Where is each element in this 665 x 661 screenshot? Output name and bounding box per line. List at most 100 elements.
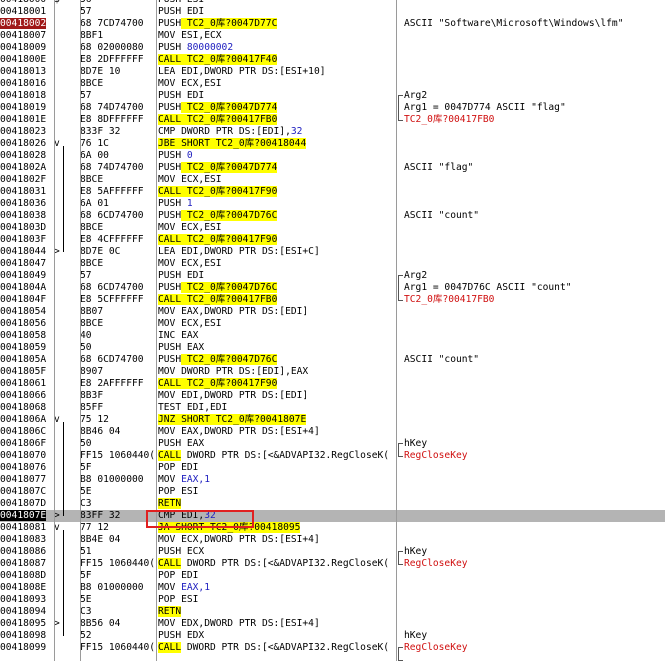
hex-dump-cell[interactable]: 50 bbox=[80, 438, 155, 450]
comment-cell[interactable] bbox=[404, 462, 665, 474]
comment-cell[interactable] bbox=[404, 402, 665, 414]
disasm-row[interactable]: 00418098 52 PUSH EDX hKey bbox=[0, 630, 665, 642]
hex-dump-cell[interactable]: 8907 bbox=[80, 366, 155, 378]
hex-dump-cell[interactable]: C3 bbox=[80, 498, 155, 510]
comment-cell[interactable] bbox=[404, 378, 665, 390]
disasm-row[interactable]: 00418038 68 6CD74700 PUSH TC2_0库?0047D76C A… bbox=[0, 210, 665, 222]
comment-cell[interactable] bbox=[404, 222, 665, 234]
instruction-cell[interactable]: CALL TC2_0库?00417FB0 bbox=[158, 114, 396, 126]
address-cell[interactable]: 0041807C bbox=[0, 486, 54, 498]
comment-cell[interactable] bbox=[404, 474, 665, 486]
instruction-cell[interactable]: PUSH EDI bbox=[158, 90, 396, 102]
comment-cell[interactable] bbox=[404, 126, 665, 138]
hex-dump-cell[interactable]: 8BCE bbox=[80, 78, 155, 90]
instruction-cell[interactable]: MOV EAX,1 bbox=[158, 474, 396, 486]
instruction-cell[interactable]: PUSH 0 bbox=[158, 150, 396, 162]
comment-cell[interactable] bbox=[404, 78, 665, 90]
address-cell[interactable]: 00418018 bbox=[0, 90, 54, 102]
instruction-cell[interactable]: MOV EAX,DWORD PTR DS:[EDI] bbox=[158, 306, 396, 318]
disasm-row[interactable]: 0041804A 68 6CD74700 PUSH TC2_0库?0047D76C A… bbox=[0, 282, 665, 294]
instruction-cell[interactable]: CALL TC2_0库?00417FB0 bbox=[158, 294, 396, 306]
comment-cell[interactable] bbox=[404, 306, 665, 318]
hex-dump-cell[interactable]: 5E bbox=[80, 486, 155, 498]
instruction-cell[interactable]: MOV ECX,ESI bbox=[158, 318, 396, 330]
address-cell[interactable]: 00418044 bbox=[0, 246, 54, 258]
disasm-row[interactable]: 00418059 50 PUSH EAX bbox=[0, 342, 665, 354]
hex-dump-cell[interactable]: E8 2AFFFFFF bbox=[80, 378, 155, 390]
hex-dump-cell[interactable]: 50 bbox=[80, 342, 155, 354]
address-cell[interactable]: 0041806A bbox=[0, 414, 54, 426]
disasm-row[interactable]: 0041805A 68 6CD74700 PUSH TC2_0库?0047D76C A… bbox=[0, 354, 665, 366]
hex-dump-cell[interactable]: E8 8DFFFFFF bbox=[80, 114, 155, 126]
hex-dump-cell[interactable]: 5F bbox=[80, 570, 155, 582]
address-cell[interactable]: 00418058 bbox=[0, 330, 54, 342]
address-cell[interactable]: 0041804F bbox=[0, 294, 54, 306]
hex-dump-cell[interactable]: E8 2DFFFFFF bbox=[80, 54, 155, 66]
comment-cell[interactable] bbox=[404, 30, 665, 42]
disasm-row[interactable]: 00418094 C3 RETN bbox=[0, 606, 665, 618]
instruction-cell[interactable]: CALL TC2_0库?00417F90 bbox=[158, 378, 396, 390]
instruction-cell[interactable]: RETN bbox=[158, 606, 396, 618]
address-cell[interactable]: 00418093 bbox=[0, 594, 54, 606]
hex-dump-cell[interactable]: 8B4E 04 bbox=[80, 534, 155, 546]
hex-dump-cell[interactable]: 57 bbox=[80, 270, 155, 282]
hex-dump-cell[interactable]: 57 bbox=[80, 6, 155, 18]
comment-cell[interactable] bbox=[404, 606, 665, 618]
address-cell[interactable]: 0041804A bbox=[0, 282, 54, 294]
comment-cell[interactable] bbox=[404, 198, 665, 210]
address-cell[interactable]: 0041808E bbox=[0, 582, 54, 594]
comment-cell[interactable]: hKey bbox=[404, 438, 665, 450]
address-cell[interactable]: 00418077 bbox=[0, 474, 54, 486]
instruction-cell[interactable]: MOV ECX,DWORD PTR DS:[ESI+4] bbox=[158, 534, 396, 546]
disasm-row[interactable]: 00418058 40 INC EAX bbox=[0, 330, 665, 342]
disasm-row[interactable]: 0041804F E8 5CFFFFFF CALL TC2_0库?00417FB0 T… bbox=[0, 294, 665, 306]
address-cell[interactable]: 0041805F bbox=[0, 366, 54, 378]
hex-dump-cell[interactable]: 8BCE bbox=[80, 222, 155, 234]
comment-cell[interactable] bbox=[404, 186, 665, 198]
address-cell[interactable]: 0041800E bbox=[0, 54, 54, 66]
address-cell[interactable]: 00418061 bbox=[0, 378, 54, 390]
address-cell[interactable]: 0041802A bbox=[0, 162, 54, 174]
comment-cell[interactable]: Arg2 bbox=[404, 270, 665, 282]
disasm-row[interactable]: 0041802F 8BCE MOV ECX,ESI bbox=[0, 174, 665, 186]
disasm-row[interactable]: 00418002 68 7CD74700 PUSH TC2_0库?0047D77C A… bbox=[0, 18, 665, 30]
disasm-row[interactable]: 00418007 8BF1 MOV ESI,ECX bbox=[0, 30, 665, 42]
disasm-row[interactable]: 0041806A v 75 12 JNZ SHORT TC2_0库?0041807E bbox=[0, 414, 665, 426]
address-cell[interactable]: 00418038 bbox=[0, 210, 54, 222]
disasm-row[interactable]: 00418099 FF15 1060440(CALL DWORD PTR DS:[… bbox=[0, 642, 665, 654]
address-cell[interactable]: 00418066 bbox=[0, 390, 54, 402]
address-cell[interactable]: 00418068 bbox=[0, 402, 54, 414]
instruction-cell[interactable]: MOV ECX,ESI bbox=[158, 78, 396, 90]
disasm-row[interactable]: 0041806C 8B46 04 MOV EAX,DWORD PTR DS:[ESI… bbox=[0, 426, 665, 438]
address-cell[interactable]: 0041803F bbox=[0, 234, 54, 246]
address-cell[interactable]: 00418036 bbox=[0, 198, 54, 210]
address-cell[interactable]: 00418094 bbox=[0, 606, 54, 618]
disassembly-pane[interactable]: 00418000$56PUSH ESI0041800157PUSH EDI004… bbox=[0, 0, 665, 661]
comment-cell[interactable] bbox=[404, 594, 665, 606]
disasm-row[interactable]: 00418095 >8B56 04 MOV EDX,DWORD PTR DS:[ES… bbox=[0, 618, 665, 630]
address-cell[interactable]: 00418047 bbox=[0, 258, 54, 270]
address-cell[interactable]: 00418026 bbox=[0, 138, 54, 150]
comment-cell[interactable] bbox=[404, 138, 665, 150]
address-cell[interactable]: 00418059 bbox=[0, 342, 54, 354]
disasm-row[interactable]: 00418036 6A 01 PUSH 1 bbox=[0, 198, 665, 210]
hex-dump-cell[interactable]: FF15 1060440( bbox=[80, 642, 155, 654]
address-cell[interactable]: 00418056 bbox=[0, 318, 54, 330]
address-cell[interactable]: 0041802F bbox=[0, 174, 54, 186]
hex-dump-cell[interactable]: 57 bbox=[80, 90, 155, 102]
disasm-row[interactable]: 00418049 57 PUSH EDI Arg2 bbox=[0, 270, 665, 282]
disasm-row[interactable]: 00418070 FF15 1060440(CALL DWORD PTR DS:[… bbox=[0, 450, 665, 462]
hex-dump-cell[interactable]: 51 bbox=[80, 546, 155, 558]
comment-cell[interactable]: hKey bbox=[404, 546, 665, 558]
address-cell[interactable]: 00418001 bbox=[0, 6, 54, 18]
address-cell[interactable]: 00418095 bbox=[0, 618, 54, 630]
comment-cell[interactable]: TC2_0库?00417FB0 bbox=[404, 114, 665, 126]
comment-cell[interactable] bbox=[404, 582, 665, 594]
comment-cell[interactable]: RegCloseKey bbox=[404, 558, 665, 570]
disasm-row[interactable]: 00418054 8B07 MOV EAX,DWORD PTR DS:[EDI] bbox=[0, 306, 665, 318]
hex-dump-cell[interactable]: 40 bbox=[80, 330, 155, 342]
instruction-cell[interactable]: TEST EDI,EDI bbox=[158, 402, 396, 414]
address-cell[interactable]: 0041807D bbox=[0, 498, 54, 510]
address-cell[interactable]: 00418099 bbox=[0, 642, 54, 654]
comment-cell[interactable] bbox=[404, 414, 665, 426]
